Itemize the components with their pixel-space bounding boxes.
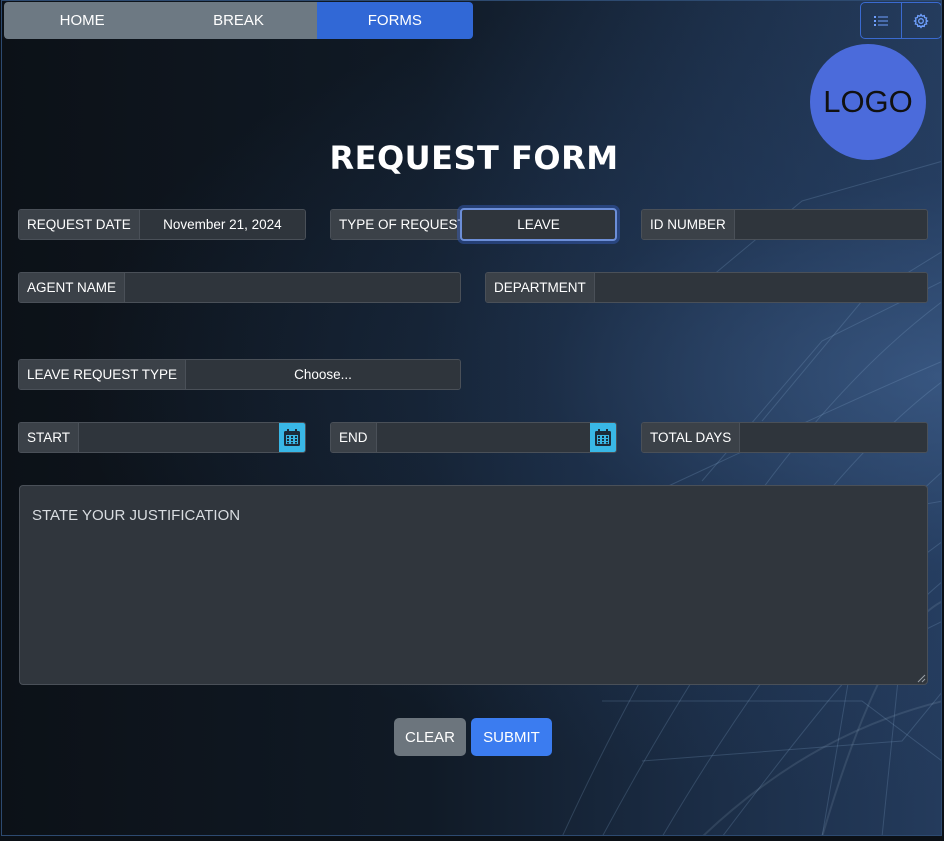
end-group: END	[330, 422, 617, 453]
department-field[interactable]	[594, 273, 927, 302]
leave-request-type-group: LEAVE REQUEST TYPE Choose...	[18, 359, 461, 390]
nav-tab-break[interactable]: BREAK	[160, 2, 317, 39]
list-button[interactable]	[861, 3, 901, 38]
request-date-group: REQUEST DATE November 21, 2024	[18, 209, 306, 240]
page-title: REQUEST FORM	[329, 139, 619, 177]
department-label: DEPARTMENT	[486, 273, 595, 302]
total-days-field[interactable]	[740, 423, 927, 452]
start-label: START	[19, 423, 80, 452]
nav-tab-forms[interactable]: FORMS	[316, 2, 473, 39]
list-icon	[873, 15, 888, 26]
agent-name-group: AGENT NAME	[18, 272, 461, 303]
calendar-icon	[595, 429, 611, 446]
resize-handle-icon[interactable]	[917, 674, 926, 683]
id-number-field[interactable]	[734, 210, 927, 239]
start-group: START	[18, 422, 306, 453]
request-date-label: REQUEST DATE	[19, 210, 140, 239]
type-of-request-select[interactable]: LEAVE	[460, 208, 617, 241]
background-art	[501, 161, 941, 835]
clear-button[interactable]: CLEAR	[394, 718, 466, 756]
type-of-request-group: TYPE OF REQUEST	[330, 209, 461, 240]
nav-tab-home[interactable]: HOME	[4, 2, 161, 39]
total-days-group: TOTAL DAYS	[641, 422, 928, 453]
toolbar	[860, 2, 942, 39]
request-date-field[interactable]: November 21, 2024	[139, 210, 305, 239]
leave-request-type-label: LEAVE REQUEST TYPE	[19, 360, 187, 389]
end-calendar-button[interactable]	[590, 423, 616, 452]
justification-textarea[interactable]: STATE YOUR JUSTIFICATION	[19, 485, 928, 685]
type-of-request-label: TYPE OF REQUEST	[331, 210, 460, 239]
gear-icon	[913, 12, 929, 29]
app-window: HOME BREAK FORMS LOGO REQUEST FORM REQUE…	[1, 0, 942, 836]
submit-button[interactable]: SUBMIT	[471, 718, 552, 756]
id-number-group: ID NUMBER	[641, 209, 928, 240]
leave-request-type-select[interactable]: Choose...	[186, 360, 460, 389]
start-date-field[interactable]	[79, 423, 279, 452]
justification-placeholder: STATE YOUR JUSTIFICATION	[32, 507, 241, 524]
settings-button[interactable]	[900, 3, 942, 38]
start-calendar-button[interactable]	[279, 423, 305, 452]
agent-name-label: AGENT NAME	[19, 273, 126, 302]
total-days-label: TOTAL DAYS	[642, 423, 741, 452]
top-nav: HOME BREAK FORMS	[4, 2, 473, 39]
end-label: END	[331, 423, 377, 452]
agent-name-field[interactable]	[125, 273, 460, 302]
calendar-icon	[284, 429, 300, 446]
id-number-label: ID NUMBER	[642, 210, 735, 239]
department-group: DEPARTMENT	[485, 272, 928, 303]
end-date-field[interactable]	[376, 423, 590, 452]
